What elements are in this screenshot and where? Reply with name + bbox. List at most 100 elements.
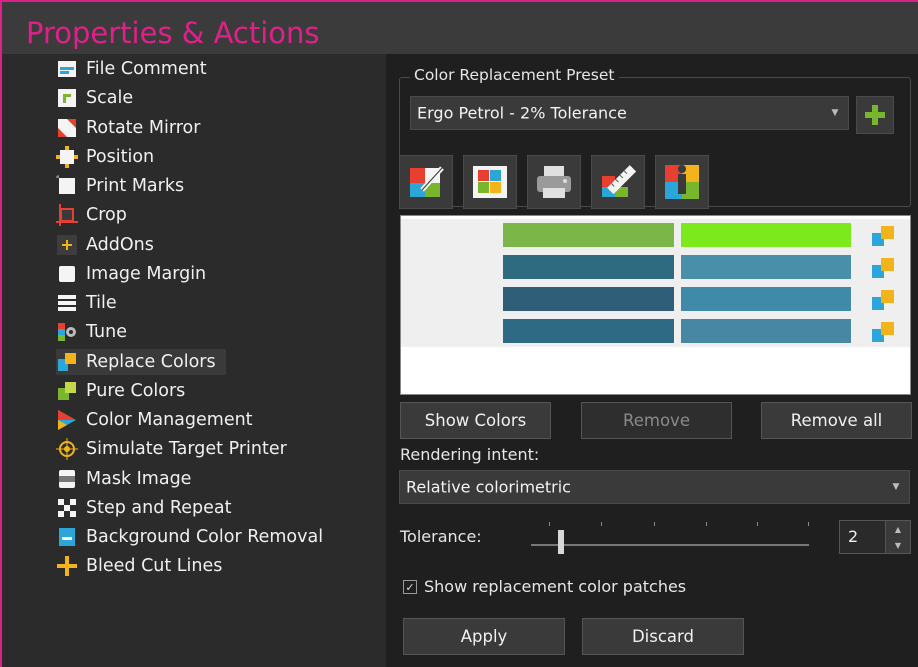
color-management-icon [56, 409, 78, 431]
rotate-mirror-icon [56, 117, 78, 139]
color-info-icon [665, 165, 699, 199]
measure-ruler-icon [602, 165, 637, 197]
replacement-row[interactable] [401, 283, 910, 315]
nav-item-addons[interactable]: AddOns [56, 232, 154, 258]
add-preset-button[interactable] [856, 96, 894, 134]
replace-colors-icon[interactable] [871, 289, 895, 311]
nav-item-crop[interactable]: Crop [56, 202, 127, 228]
spin-up-icon[interactable]: ▲ [885, 521, 910, 537]
tolerance-spinbox[interactable]: 2 ▲ ▼ [839, 520, 911, 554]
printer-button[interactable] [527, 155, 581, 209]
plus-icon [865, 105, 885, 125]
nav-item-file-comment[interactable]: File Comment [56, 56, 207, 82]
nav-item-label: Tune [86, 322, 127, 343]
nav-item-bleed-cut-lines[interactable]: Bleed Cut Lines [56, 553, 222, 579]
nav-item-label: Position [86, 146, 155, 167]
nav-item-color-management[interactable]: Color Management [56, 407, 253, 433]
simulate-target-printer-icon [56, 438, 78, 461]
bleed-cut-lines-icon [56, 555, 78, 577]
pure-colors-icon [56, 380, 78, 402]
replace-colors-icon[interactable] [871, 225, 895, 247]
tolerance-slider[interactable] [531, 544, 809, 546]
tolerance-value: 2 [848, 527, 859, 546]
source-color-patch [503, 319, 674, 343]
nav-item-label: Color Management [86, 410, 253, 430]
actions-list-panel: File Comment Scale Rotate Mirror Position Pr… [2, 54, 386, 667]
nav-item-background-color-removal[interactable]: Background Color Removal [56, 524, 323, 550]
color-info-button[interactable] [655, 155, 709, 209]
source-color-patch [503, 287, 674, 311]
nav-item-label: Tile [86, 293, 117, 313]
preset-value: Ergo Petrol - 2% Tolerance [417, 103, 627, 123]
checkmark-icon: ✓ [405, 580, 415, 594]
nav-item-label: Replace Colors [86, 351, 216, 372]
nav-item-replace-colors[interactable]: Replace Colors [56, 348, 226, 375]
color-picker-button[interactable] [399, 155, 453, 209]
show-colors-button[interactable]: Show Colors [400, 402, 551, 439]
nav-item-tune[interactable]: Tune [56, 319, 127, 345]
chevron-down-icon: ▼ [892, 482, 900, 492]
nav-item-simulate-target-printer[interactable]: Simulate Target Printer [56, 436, 287, 462]
nav-item-scale[interactable]: Scale [56, 85, 133, 111]
source-color-patch [503, 223, 674, 247]
nav-item-label: Simulate Target Printer [86, 439, 287, 460]
show-patches-label: Show replacement color patches [424, 577, 687, 596]
discard-button[interactable]: Discard [582, 618, 744, 655]
replacement-row[interactable] [401, 251, 910, 283]
chevron-down-icon: ▼ [831, 108, 839, 118]
rendering-intent-label: Rendering intent: [400, 445, 540, 464]
nav-item-rotate-mirror[interactable]: Rotate Mirror [56, 115, 200, 141]
spin-down-icon[interactable]: ▼ [885, 537, 910, 553]
nav-item-image-margin[interactable]: Image Margin [56, 261, 206, 287]
nav-item-label: Pure Colors [86, 380, 186, 401]
nav-item-position[interactable]: Position [56, 144, 154, 170]
slider-tick [706, 522, 707, 526]
slider-tick [549, 522, 550, 526]
replace-colors-icon[interactable] [871, 321, 895, 343]
slider-tick [808, 522, 809, 526]
preset-group-label: Color Replacement Preset [410, 66, 619, 84]
replacement-row[interactable] [401, 219, 910, 251]
slider-tick [601, 522, 602, 526]
nav-item-tile[interactable]: Tile [56, 290, 117, 316]
tolerance-slider-thumb[interactable] [558, 530, 564, 554]
source-color-patch [503, 255, 674, 279]
tune-icon [56, 321, 78, 343]
show-patches-checkbox[interactable]: ✓ [403, 580, 417, 594]
nav-item-label: Crop [86, 205, 127, 226]
panel-title: Properties & Actions [26, 16, 320, 50]
nav-item-label: Background Color Removal [86, 527, 324, 547]
remove-all-button[interactable]: Remove all [761, 402, 912, 439]
replace-colors-icon[interactable] [871, 257, 895, 279]
replacement-row[interactable] [401, 315, 910, 347]
nav-item-label: Step and Repeat [86, 497, 232, 518]
rendering-intent-dropdown[interactable]: Relative colorimetric ▼ [399, 470, 910, 504]
remove-button[interactable]: Remove [581, 402, 732, 439]
swatch-palette-button[interactable] [463, 155, 517, 209]
preset-dropdown[interactable]: Ergo Petrol - 2% Tolerance ▼ [410, 96, 849, 130]
nav-item-label: Image Margin [86, 263, 207, 284]
nav-item-pure-colors[interactable]: Pure Colors [56, 378, 185, 404]
mask-image-icon [56, 468, 78, 490]
swatch-palette-icon [473, 166, 507, 198]
tile-icon [56, 292, 78, 314]
measure-ruler-button[interactable] [591, 155, 645, 209]
replace-colors-icon [56, 351, 78, 373]
nav-item-label: Bleed Cut Lines [86, 556, 223, 577]
replace-colors-panel: Color Replacement Preset Ergo Petrol - 2… [386, 54, 918, 667]
target-color-patch [681, 255, 851, 279]
nav-item-print-marks[interactable]: Print Marks [56, 173, 184, 199]
nav-item-label: Rotate Mirror [86, 117, 201, 138]
rendering-intent-value: Relative colorimetric [406, 477, 571, 497]
printer-icon [537, 166, 571, 198]
nav-item-step-and-repeat[interactable]: Step and Repeat [56, 495, 232, 521]
slider-tick [654, 522, 655, 526]
crop-icon [56, 204, 78, 227]
apply-button[interactable]: Apply [403, 618, 565, 655]
nav-item-label: Mask Image [86, 468, 192, 489]
replacement-color-list[interactable] [400, 215, 911, 395]
nav-item-mask-image[interactable]: Mask Image [56, 466, 191, 492]
print-marks-icon [56, 175, 78, 197]
image-margin-icon [56, 263, 78, 285]
step-and-repeat-icon [56, 497, 78, 519]
